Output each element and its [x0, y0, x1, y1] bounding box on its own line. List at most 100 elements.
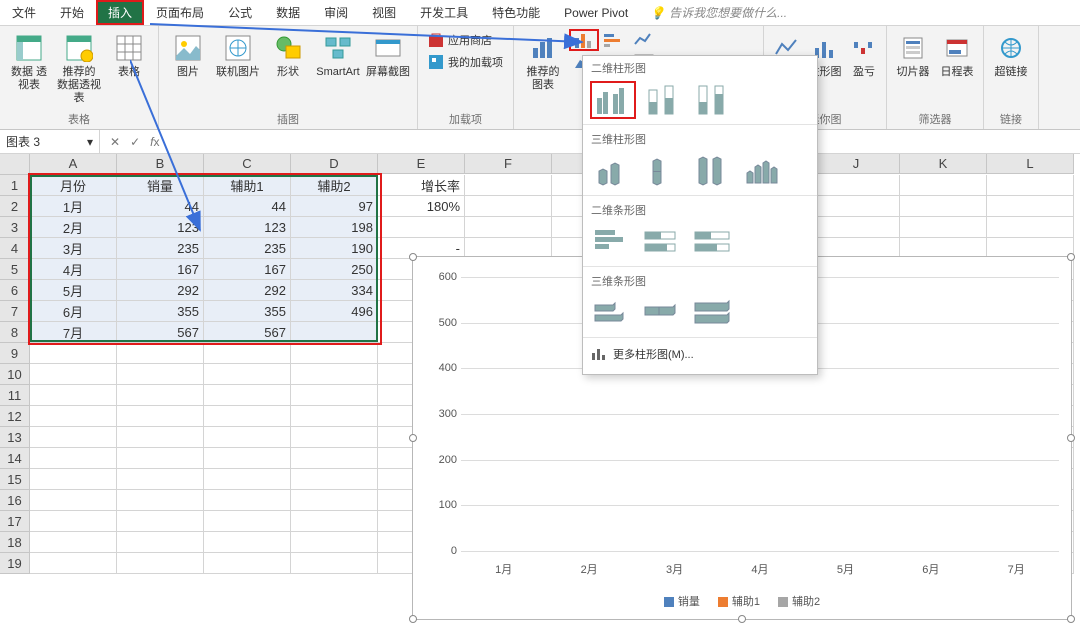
- resize-handle[interactable]: [409, 253, 417, 261]
- column-header[interactable]: A: [30, 154, 117, 174]
- row-header[interactable]: 11: [0, 385, 30, 406]
- cell[interactable]: [204, 469, 291, 490]
- cell[interactable]: 292: [204, 280, 291, 301]
- cell[interactable]: [117, 553, 204, 574]
- line-chart-button[interactable]: [630, 30, 658, 50]
- cell[interactable]: [204, 343, 291, 364]
- cell[interactable]: [291, 385, 378, 406]
- row-header[interactable]: 6: [0, 280, 30, 301]
- name-box[interactable]: 图表 3▾: [0, 130, 100, 153]
- select-all-corner[interactable]: [0, 154, 30, 175]
- 3d-stacked100-bar-option[interactable]: [691, 295, 735, 331]
- ribbon-tab-开发工具[interactable]: 开发工具: [408, 0, 480, 25]
- stacked-bar-option[interactable]: [641, 224, 685, 260]
- ribbon-tab-开始[interactable]: 开始: [48, 0, 96, 25]
- row-header[interactable]: 15: [0, 469, 30, 490]
- column-chart-button[interactable]: [570, 30, 598, 50]
- cell[interactable]: 334: [291, 280, 378, 301]
- clustered-column-option[interactable]: [591, 82, 635, 118]
- ribbon-tab-审阅[interactable]: 审阅: [312, 0, 360, 25]
- column-header[interactable]: E: [378, 154, 465, 174]
- cell[interactable]: 7月: [30, 322, 117, 343]
- row-header[interactable]: 9: [0, 343, 30, 364]
- cell[interactable]: [30, 553, 117, 574]
- cell[interactable]: [465, 175, 552, 196]
- cell[interactable]: 44: [204, 196, 291, 217]
- cell[interactable]: 3月: [30, 238, 117, 259]
- cell[interactable]: [204, 511, 291, 532]
- cell[interactable]: [30, 427, 117, 448]
- cell[interactable]: [204, 406, 291, 427]
- row-header[interactable]: 3: [0, 217, 30, 238]
- cell[interactable]: [987, 196, 1074, 217]
- column-header[interactable]: C: [204, 154, 291, 174]
- cell[interactable]: [117, 385, 204, 406]
- row-header[interactable]: 17: [0, 511, 30, 532]
- cell[interactable]: 6月: [30, 301, 117, 322]
- cell[interactable]: [987, 175, 1074, 196]
- cell[interactable]: 5月: [30, 280, 117, 301]
- cell[interactable]: 496: [291, 301, 378, 322]
- cell[interactable]: [30, 406, 117, 427]
- cell[interactable]: [117, 406, 204, 427]
- cell[interactable]: 167: [204, 259, 291, 280]
- cell[interactable]: 250: [291, 259, 378, 280]
- row-header[interactable]: 14: [0, 448, 30, 469]
- cell[interactable]: [30, 532, 117, 553]
- cell[interactable]: [378, 217, 465, 238]
- row-header[interactable]: 18: [0, 532, 30, 553]
- stacked100-bar-option[interactable]: [691, 224, 735, 260]
- clustered-bar-option[interactable]: [591, 224, 635, 260]
- shapes-button[interactable]: 形状: [265, 30, 311, 79]
- cell[interactable]: [204, 364, 291, 385]
- cell[interactable]: 355: [117, 301, 204, 322]
- cell[interactable]: [291, 343, 378, 364]
- recommended-pivot-button[interactable]: 推荐的 数据透视表: [56, 30, 102, 105]
- resize-handle[interactable]: [1067, 253, 1075, 261]
- 3d-stacked-bar-option[interactable]: [641, 295, 685, 331]
- cell[interactable]: [117, 532, 204, 553]
- cell[interactable]: 1月: [30, 196, 117, 217]
- cell[interactable]: 567: [204, 322, 291, 343]
- cell[interactable]: [900, 217, 987, 238]
- cell[interactable]: [291, 490, 378, 511]
- timeline-button[interactable]: 日程表: [937, 30, 977, 79]
- cell[interactable]: 235: [204, 238, 291, 259]
- app-store-button[interactable]: 应用商店: [424, 30, 507, 50]
- cell[interactable]: [204, 553, 291, 574]
- column-header[interactable]: D: [291, 154, 378, 174]
- stacked-column-option[interactable]: [641, 82, 685, 118]
- row-header[interactable]: 12: [0, 406, 30, 427]
- recommended-charts-button[interactable]: 推荐的 图表: [520, 30, 566, 92]
- picture-button[interactable]: 图片: [165, 30, 211, 79]
- row-header[interactable]: 5: [0, 259, 30, 280]
- cell[interactable]: [987, 217, 1074, 238]
- cell[interactable]: [900, 175, 987, 196]
- ribbon-tab-公式[interactable]: 公式: [216, 0, 264, 25]
- cell[interactable]: [117, 511, 204, 532]
- cell[interactable]: 180%: [378, 196, 465, 217]
- resize-handle[interactable]: [409, 434, 417, 442]
- resize-handle[interactable]: [409, 615, 417, 623]
- ribbon-tab-插入[interactable]: 插入: [96, 0, 144, 25]
- ribbon-tab-Power Pivot[interactable]: Power Pivot: [552, 0, 640, 25]
- column-header[interactable]: J: [813, 154, 900, 174]
- resize-handle[interactable]: [738, 615, 746, 623]
- row-header[interactable]: 10: [0, 364, 30, 385]
- cell[interactable]: 辅助2: [291, 175, 378, 196]
- cell[interactable]: [30, 343, 117, 364]
- pivot-table-button[interactable]: 数据 透视表: [6, 30, 52, 92]
- tell-me-search[interactable]: 💡告诉我您想要做什么...: [650, 0, 787, 25]
- accept-icon[interactable]: ✓: [130, 135, 140, 149]
- cell[interactable]: 235: [117, 238, 204, 259]
- cell[interactable]: [291, 364, 378, 385]
- cell[interactable]: [465, 217, 552, 238]
- cell[interactable]: 4月: [30, 259, 117, 280]
- cell[interactable]: 辅助1: [204, 175, 291, 196]
- cell[interactable]: [291, 448, 378, 469]
- cell[interactable]: [117, 448, 204, 469]
- cell[interactable]: 123: [117, 217, 204, 238]
- cell[interactable]: [813, 217, 900, 238]
- cell[interactable]: [291, 322, 378, 343]
- cell[interactable]: 增长率: [378, 175, 465, 196]
